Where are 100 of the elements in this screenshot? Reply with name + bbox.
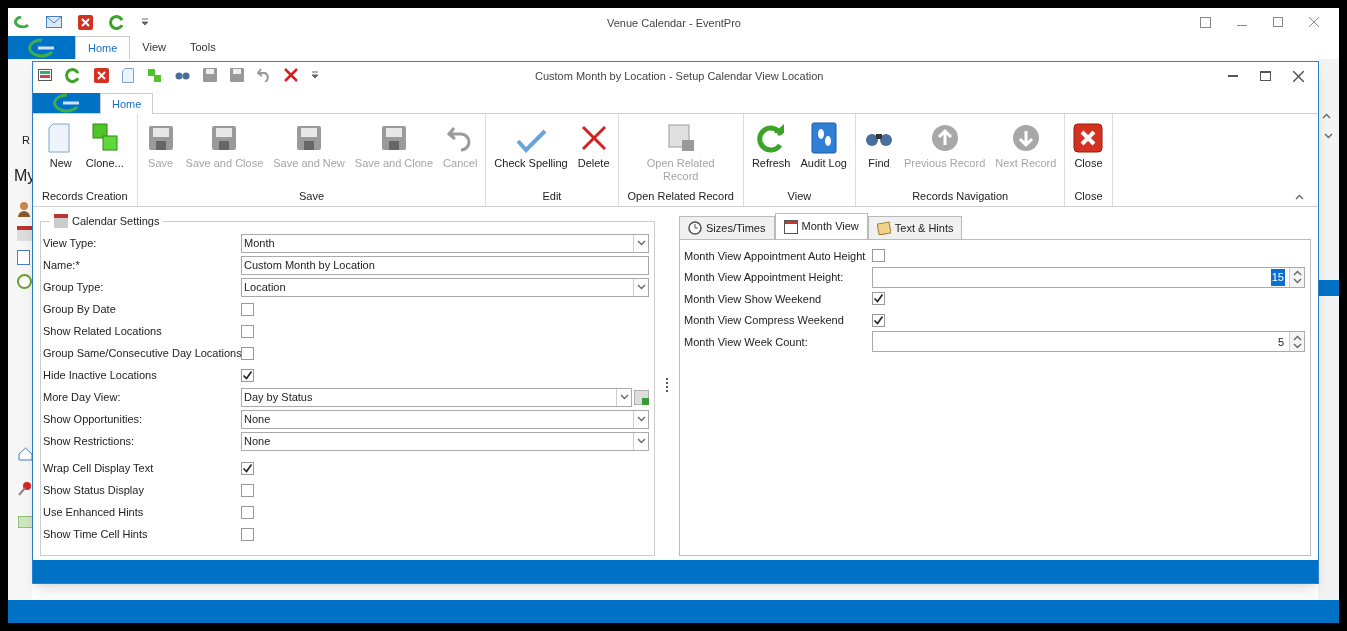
ribbon-tab[interactable]: Home [100, 93, 154, 114]
field-label: Name:* [43, 257, 81, 273]
ribbon-button[interactable]: Clone... [80, 120, 129, 188]
delete-icon [579, 124, 608, 152]
delete-icon[interactable] [284, 68, 298, 82]
field-label: Show Opportunities: [43, 411, 144, 427]
field-label: Group By Date [43, 301, 117, 317]
document-icon[interactable] [122, 67, 134, 83]
refresh-icon[interactable] [109, 14, 125, 30]
calendar-add-icon[interactable] [634, 389, 649, 405]
field-label: Month View Appointment Height: [684, 270, 845, 285]
ribbon-tab[interactable]: Home [75, 36, 131, 59]
text-field[interactable]: Custom Month by Location [241, 255, 649, 275]
clock-icon[interactable] [17, 273, 32, 289]
app-menu-button[interactable] [33, 93, 100, 113]
group-label: Edit [541, 188, 563, 204]
group-title: Calendar Settings [72, 214, 160, 229]
checkbox[interactable] [872, 292, 885, 306]
dropdown[interactable]: None [241, 409, 649, 429]
checkbox[interactable] [872, 249, 885, 263]
pushpin-icon[interactable] [18, 480, 32, 496]
group-label: Open Related Record [626, 188, 735, 204]
checkbox[interactable] [241, 368, 254, 382]
up-arrow-circle-icon [929, 123, 960, 153]
ribbon-button[interactable]: Find [858, 120, 899, 188]
tab[interactable]: Sizes/Times [679, 216, 775, 240]
splitter-handle[interactable] [666, 377, 668, 392]
person-icon[interactable] [17, 200, 32, 217]
field-label: Month View Show Weekend [684, 291, 823, 307]
undo-arrow-icon[interactable] [257, 68, 271, 82]
checkbox[interactable] [241, 505, 254, 519]
app-menu-button[interactable] [8, 36, 75, 59]
dialog-title: Custom Month by Location - Setup Calendar View Location [535, 69, 824, 84]
checkbox[interactable] [241, 346, 254, 360]
maximize-icon[interactable] [1273, 16, 1283, 27]
group-label: View [786, 188, 813, 204]
close-icon[interactable] [78, 14, 93, 30]
dropdown[interactable]: Location [241, 277, 649, 297]
calendar-icon [54, 214, 68, 229]
maximize-icon[interactable] [1260, 71, 1271, 81]
field-label: Show Status Display [43, 482, 145, 498]
field-label: Group Type: [43, 279, 105, 295]
mail-icon[interactable] [46, 16, 62, 28]
refresh-icon[interactable] [65, 67, 81, 83]
chevron-down-icon [636, 416, 646, 422]
chevron-down-icon [636, 284, 646, 290]
minimize-icon[interactable] [1237, 24, 1247, 26]
document-icon[interactable] [17, 249, 30, 265]
form-icon [665, 123, 696, 153]
tab[interactable]: Month View [774, 213, 868, 240]
ribbon-button[interactable]: Audit Log [795, 120, 852, 188]
grid-icon[interactable] [38, 69, 52, 81]
ribbon-button[interactable]: New [40, 120, 81, 188]
chevron-up-icon [1295, 194, 1304, 200]
tab[interactable]: Text & Hints [867, 216, 963, 240]
close-icon[interactable] [1293, 70, 1304, 82]
chevron-down-icon [1292, 342, 1302, 349]
dropdown[interactable]: None [241, 431, 649, 451]
chevron-up-icon [1322, 113, 1331, 119]
calendar-icon [783, 219, 798, 234]
close-icon[interactable] [94, 67, 109, 83]
close-icon[interactable] [1309, 16, 1319, 27]
note-icon [876, 221, 891, 235]
close-icon [1073, 123, 1104, 153]
checkbox[interactable] [241, 302, 254, 316]
binoculars-icon[interactable] [175, 70, 190, 80]
refresh-icon [756, 123, 787, 153]
group-label: Records Creation [41, 188, 129, 204]
logo-icon[interactable] [12, 16, 30, 28]
checkbox[interactable] [241, 324, 254, 338]
field-label: Wrap Cell Display Text [43, 460, 155, 476]
ribbon-button[interactable]: Refresh [746, 120, 796, 188]
customize-dropdown-icon[interactable] [311, 71, 319, 79]
dropdown[interactable]: Day by Status [241, 387, 632, 407]
group-label: Records Navigation [911, 188, 1010, 204]
window-title: Venue Calendar - EventPro [607, 16, 741, 31]
checkbox[interactable] [241, 461, 254, 475]
checkbox[interactable] [872, 313, 885, 327]
spin-field[interactable]: 15 [872, 266, 1305, 288]
ribbon-tab[interactable]: Tools [178, 36, 228, 59]
checkbox[interactable] [241, 527, 254, 541]
dropdown[interactable]: Month [241, 233, 649, 253]
field-label: More Day View: [43, 389, 122, 405]
pin-icon[interactable] [1200, 16, 1211, 28]
calendar-icon[interactable] [17, 225, 32, 241]
ribbon-tab[interactable]: View [130, 36, 178, 59]
chevron-down-icon [619, 394, 629, 400]
cubes-icon[interactable] [147, 67, 162, 83]
ribbon-button[interactable]: Close [1068, 120, 1109, 188]
customize-dropdown-icon[interactable] [141, 18, 149, 26]
selected-row-highlight [1318, 280, 1339, 296]
partial-text: R [21, 133, 31, 148]
spin-field[interactable]: 5 [872, 331, 1305, 353]
chevron-up-icon [1292, 334, 1302, 341]
ribbon-button[interactable]: Check Spelling [489, 120, 573, 188]
checkbox[interactable] [241, 483, 254, 497]
ribbon-button[interactable]: Delete [572, 120, 615, 188]
field-label: View Type: [43, 235, 98, 251]
field-label: Show Restrictions: [43, 433, 136, 449]
spin-value: 15 [1270, 269, 1285, 286]
